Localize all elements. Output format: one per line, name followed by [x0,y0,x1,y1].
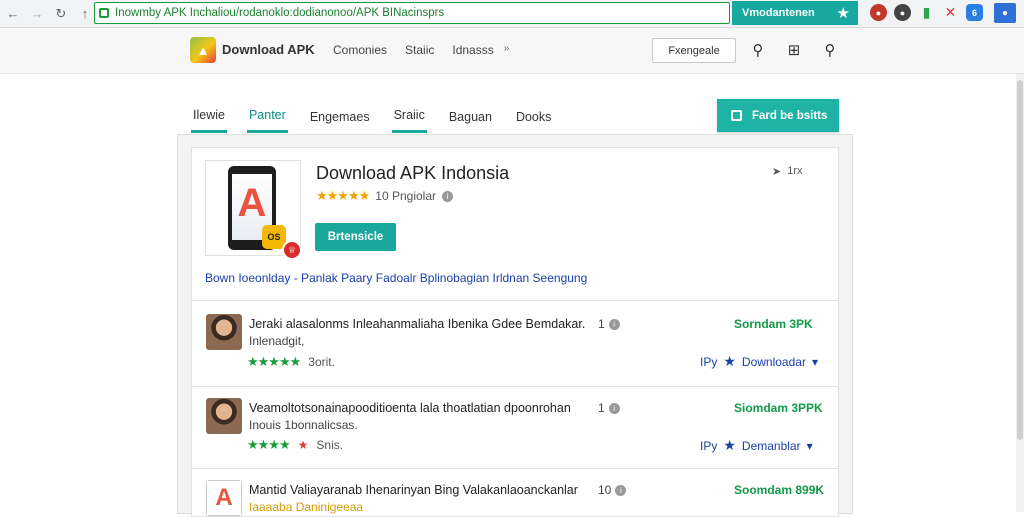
row-actions-prefix: IPy [700,354,718,369]
divider [192,468,838,469]
tabs-cta-label: Fard be bsitts [752,109,828,122]
row-count-value: 1 [598,317,605,331]
row-count: 1 i [598,317,620,331]
row-title[interactable]: Veamoltotsonainapooditioenta lala thoatl… [249,401,571,415]
info-icon[interactable]: i [608,402,620,414]
row-download-link[interactable]: Siomdam 3PPK [734,401,823,415]
row-count-value: 1 [598,401,605,415]
star-icon[interactable]: ★ [837,4,850,22]
tab-6[interactable]: Dooks [514,100,553,133]
home-icon[interactable]: ↑ [74,3,96,25]
tab-bar: Ilewie Panter Engemaes Sraiic Baguan Doo… [191,100,573,134]
app-meta: ➤ 1rx [772,165,803,178]
checkbox-icon [731,110,742,121]
lock-icon [99,8,109,18]
row-actions-prefix: IPy [700,438,718,453]
tab-2[interactable]: Panter [246,100,288,133]
row-count: 1 i [598,401,620,415]
row-download-link[interactable]: Sorndam 3PK [734,317,813,331]
info-icon[interactable]: i [608,318,620,330]
row-avatar[interactable]: A [206,480,242,516]
row-avatar[interactable] [206,314,242,350]
share-icon[interactable]: ➤ [772,165,781,178]
info-icon[interactable]: i [442,190,453,202]
divider [192,386,838,387]
extension-puzzle-icon[interactable]: ▮ [918,4,935,21]
scrollbar-thumb[interactable] [1017,80,1023,440]
chevron-down-icon[interactable]: ▾ [812,355,818,369]
reload-icon[interactable]: ↻ [50,3,72,25]
site-header: ▲ Download APK Comonies Staiic Idnasss »… [0,28,1024,74]
row-count-value: 10 [598,483,612,497]
star-icon[interactable]: ★ [723,353,736,370]
logo-icon[interactable]: ▲ [190,37,216,63]
install-button[interactable]: Brtensicle [315,223,396,251]
tag-links[interactable]: Bown Ioeonlday - Panlak Paary Fadoalr Bp… [205,271,587,285]
app-letter-icon: A [237,181,267,225]
row-rating: ★★★★★ 3orit. [247,354,335,370]
menu-icon[interactable]: ● [994,3,1016,23]
tab-5[interactable]: Baguan [447,100,494,133]
extension-clock-icon[interactable]: ● [894,4,911,21]
nav-item-3[interactable]: Idnasss [452,43,493,57]
tab-4[interactable]: Sraiic [391,100,427,133]
tab-1[interactable]: Ilewie [191,100,227,133]
search-tool-icon[interactable]: ⚲ [748,40,768,60]
extension-badge-icon[interactable]: 6 [966,4,983,21]
row-stars: ★★★★ [247,437,291,452]
site-logo-text[interactable]: Download APK [222,42,315,57]
app-meta-text[interactable]: 1rx [787,165,802,178]
app-title: Download APK Indonsia [316,163,510,183]
row-actions[interactable]: IPy ★ Demanblar ▾ [700,437,813,454]
header-nav: Comonies Staiic Idnasss » [333,43,509,57]
row-stars: ★★★★★ [247,354,301,369]
star-icon[interactable]: ★ [723,437,736,454]
extension-x-icon[interactable]: ✕ [942,4,959,21]
toolbar-cta-label: Vmodantenen [742,7,815,19]
tab-3[interactable]: Engemaes [308,100,372,133]
extension-avatar-icon[interactable]: ● [870,4,887,21]
row-actions-label[interactable]: Demanblar [742,439,801,453]
row-count: 10 i [598,483,627,497]
row-actions[interactable]: IPy ★ Downloadar ▾ [700,353,818,370]
forward-icon[interactable]: → [26,3,48,25]
info-icon[interactable]: i [615,484,627,496]
row-rating-text: Snis. [316,438,344,452]
chevron-right-icon[interactable]: » [504,43,510,57]
add-box-icon[interactable]: ⊞ [784,40,804,60]
header-button[interactable]: Fxengeale [652,38,736,63]
row-subtitle: Inlenadgit, [249,334,305,348]
extension-icons: ● ● ▮ ✕ 6 [870,4,983,21]
row-actions-label[interactable]: Downloadar [742,355,806,369]
url-text[interactable]: Inowmby APK Inchaliou/rodanoklo:dodianon… [115,7,444,19]
tabs-cta-button[interactable]: Fard be bsitts [717,99,839,132]
nav-item-1[interactable]: Comonies [333,43,387,57]
rating-stars: ★★★★★ [316,188,370,203]
crown-badge-icon: ♕ [282,240,302,260]
row-rating-text: 3orit. [308,355,335,369]
row-download-link[interactable]: Soomdam 899K [734,483,824,497]
rating-text: 10 Pngiolar [375,189,436,203]
nav-item-2[interactable]: Staiic [405,43,434,57]
address-bar[interactable]: Inowmby APK Inchaliou/rodanoklo:dodianon… [94,2,730,24]
row-subtitle: Inouis 1bonnalicsas. [249,418,358,432]
star-half-icon: ★ [297,438,309,452]
row-title[interactable]: Jeraki alasalonms Inleahanmaliaha Ibenik… [249,317,585,331]
app-rating: ★★★★★ 10 Pngiolar i [316,188,453,204]
row-avatar[interactable] [206,398,242,434]
back-icon[interactable]: ← [2,3,24,25]
search-icon[interactable]: ⚲ [820,40,840,60]
row-rating: ★★★★ ★ Snis. [247,437,343,453]
toolbar-cta-button[interactable]: Vmodantenen ★ [732,1,858,25]
row-title[interactable]: Mantid Valiayaranab Ihenarinyan Bing Val… [249,483,578,497]
chevron-down-icon[interactable]: ▾ [807,439,813,453]
divider [192,300,838,301]
